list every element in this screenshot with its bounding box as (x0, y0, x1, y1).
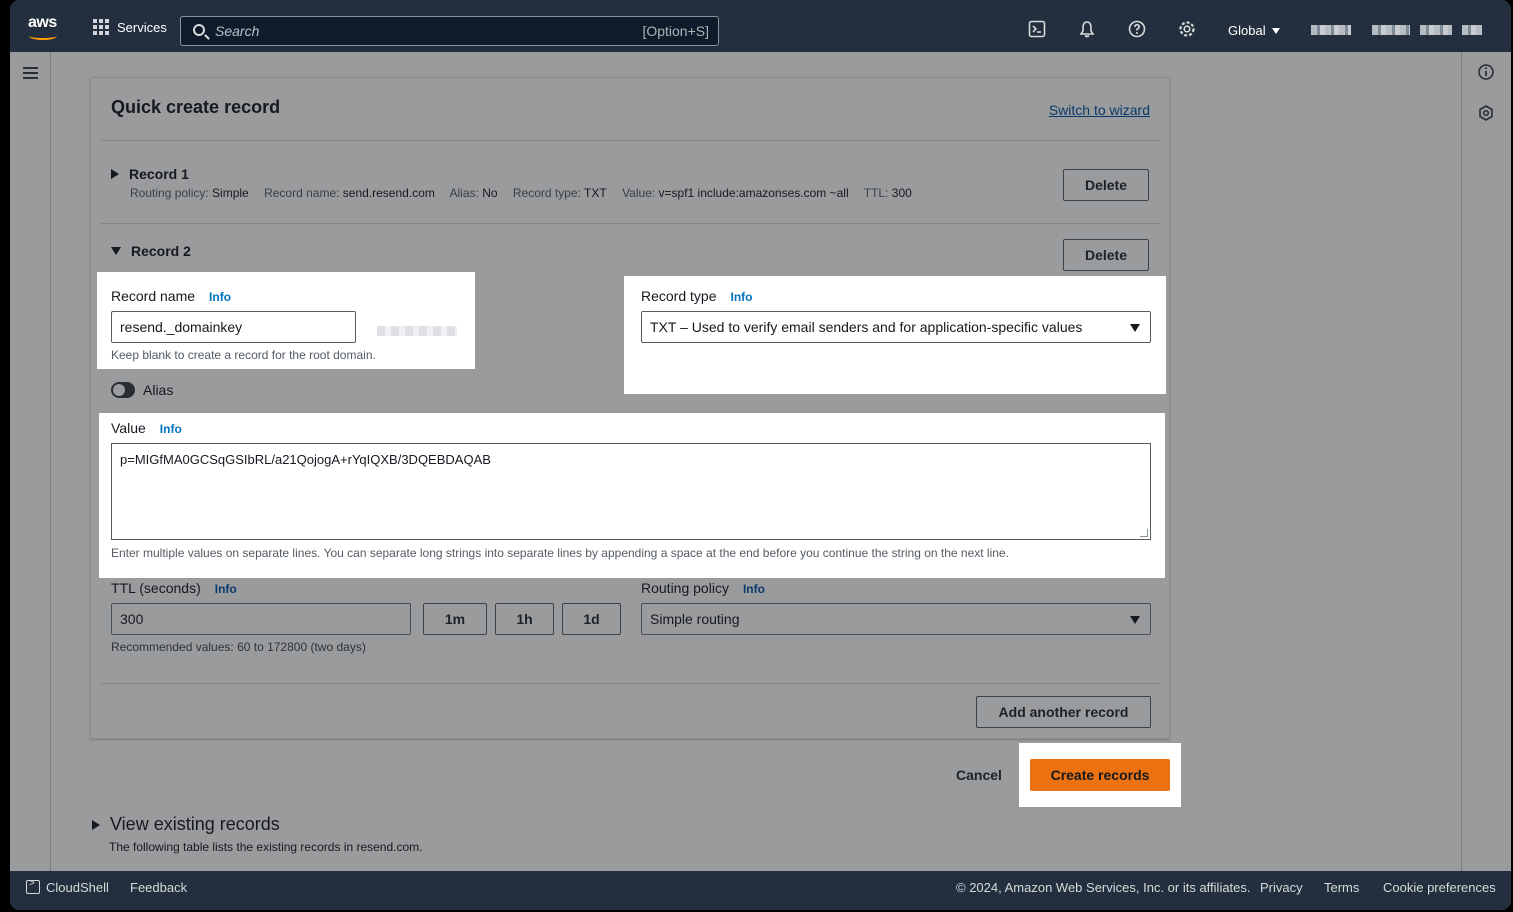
feedback-link[interactable]: Feedback (130, 880, 187, 895)
record-name-input[interactable]: resend._domainkey (111, 311, 356, 343)
caret-right-icon (111, 169, 119, 179)
alias-label: Alias (143, 382, 174, 398)
record-1-summary: Routing policy: Simple Record name: send… (130, 186, 912, 200)
ttl-hint: Recommended values: 60 to 172800 (two da… (111, 640, 366, 654)
value-panel: Value Info p=MIGfMA0GCSqGSIbRL/a21QojogA+… (99, 413, 1165, 578)
caret-down-icon (1130, 616, 1140, 624)
record-2-heading: Record 2 (131, 243, 191, 259)
region-selector[interactable]: Global (1228, 23, 1280, 38)
terminal-icon (26, 878, 40, 894)
search-icon (193, 24, 205, 36)
divider (101, 683, 1161, 684)
value-textarea[interactable]: p=MIGfMA0GCSqGSIbRL/a21QojogA+rYqIQXB/3D… (111, 443, 1151, 540)
create-records-button[interactable]: Create records (1030, 759, 1170, 791)
ttl-1m-button[interactable]: 1m (423, 603, 487, 635)
gear-icon[interactable] (1178, 20, 1196, 38)
record-name-label: Record name Info (111, 288, 232, 304)
caret-down-icon (1130, 324, 1140, 332)
value-text: p=MIGfMA0GCSqGSIbRL/a21QojogA+rYqIQXB/3D… (120, 452, 491, 467)
ttl-label: TTL (seconds) Info (111, 580, 237, 596)
account-blurred-3 (1420, 25, 1452, 35)
view-existing-records-toggle[interactable]: View existing records (92, 814, 280, 835)
hexagon-icon[interactable] (1477, 104, 1495, 122)
ttl-info-link[interactable]: Info (215, 582, 237, 596)
search-input[interactable] (215, 21, 595, 41)
top-navigation: aws Services [Option+S] Global (10, 0, 1511, 52)
ttl-1d-button[interactable]: 1d (562, 603, 621, 635)
privacy-link[interactable]: Privacy (1260, 880, 1303, 895)
add-another-record-button[interactable]: Add another record (976, 696, 1151, 728)
record-1-toggle[interactable]: Record 1 (111, 166, 189, 182)
info-circle-icon[interactable] (1477, 63, 1495, 81)
account-blurred-2 (1372, 25, 1410, 35)
routing-policy-select[interactable]: Simple routing (641, 603, 1151, 635)
search-shortcut-hint: [Option+S] (642, 23, 709, 39)
alias-toggle[interactable] (111, 382, 135, 398)
record-name-panel: Record name Info resend._domainkey Keep b… (97, 272, 475, 369)
left-side-rail (10, 52, 51, 871)
account-blurred-4 (1462, 25, 1482, 35)
view-existing-records-title: View existing records (110, 814, 280, 834)
domain-suffix-blurred (377, 326, 457, 336)
search-bar[interactable]: [Option+S] (180, 16, 719, 46)
aws-smile-icon (29, 32, 57, 40)
record-1-delete-button[interactable]: Delete (1063, 169, 1149, 201)
routing-policy-value: Simple routing (650, 611, 740, 627)
record-type-label: Record type Info (641, 288, 753, 304)
switch-to-wizard-link[interactable]: Switch to wizard (1049, 102, 1150, 118)
record-type-panel: Record type Info TXT – Used to verify ema… (624, 276, 1166, 394)
view-existing-records-desc: The following table lists the existing r… (109, 840, 423, 854)
record-name-info-link[interactable]: Info (209, 290, 231, 304)
page-title: Quick create record (111, 97, 281, 117)
cancel-button[interactable]: Cancel (956, 767, 1002, 783)
terms-link[interactable]: Terms (1324, 880, 1359, 895)
menu-icon[interactable] (23, 67, 38, 79)
grid-icon (93, 19, 109, 35)
aws-logo[interactable]: aws (28, 14, 60, 40)
create-records-highlight: Create records (1019, 743, 1181, 807)
record-type-select[interactable]: TXT – Used to verify email senders and f… (641, 311, 1151, 343)
cloudshell-button[interactable]: CloudShell (26, 878, 109, 895)
account-blurred-1 (1311, 25, 1351, 35)
record-2-delete-button[interactable]: Delete (1063, 239, 1149, 271)
record-2-toggle[interactable]: Record 2 (111, 243, 191, 259)
routing-policy-info-link[interactable]: Info (743, 582, 765, 596)
bell-icon[interactable] (1078, 20, 1096, 38)
console-footer: CloudShell Feedback © 2024, Amazon Web S… (10, 871, 1511, 910)
record-type-value: TXT – Used to verify email senders and f… (650, 319, 1083, 335)
caret-down-icon (1271, 27, 1280, 34)
divider (101, 223, 1161, 224)
caret-right-icon (92, 819, 100, 830)
resize-handle-icon[interactable] (1140, 529, 1148, 537)
divider (101, 140, 1161, 141)
copyright-text: © 2024, Amazon Web Services, Inc. or its… (956, 880, 1251, 895)
caret-down-icon (111, 247, 121, 255)
value-label: Value Info (111, 420, 182, 436)
ttl-1h-button[interactable]: 1h (495, 603, 554, 635)
routing-policy-label: Routing policy Info (641, 580, 765, 596)
cloudshell-icon[interactable] (1028, 20, 1046, 38)
aws-logo-text: aws (28, 14, 57, 31)
ttl-input[interactable]: 300 (111, 603, 411, 635)
quick-create-card: Quick create record Switch to wizard Rec… (90, 77, 1170, 739)
region-label: Global (1228, 23, 1266, 38)
services-menu-button[interactable]: Services (93, 17, 167, 37)
services-label: Services (117, 19, 167, 35)
value-info-link[interactable]: Info (160, 422, 182, 436)
record-1-heading: Record 1 (129, 166, 189, 182)
help-icon[interactable] (1128, 20, 1146, 38)
right-side-rail (1461, 52, 1511, 871)
record-type-info-link[interactable]: Info (730, 290, 752, 304)
console-window: aws Services [Option+S] Global (10, 0, 1511, 910)
value-hint: Enter multiple values on separate lines.… (111, 546, 1009, 560)
record-name-hint: Keep blank to create a record for the ro… (111, 348, 376, 362)
cookie-preferences-link[interactable]: Cookie preferences (1383, 880, 1496, 895)
